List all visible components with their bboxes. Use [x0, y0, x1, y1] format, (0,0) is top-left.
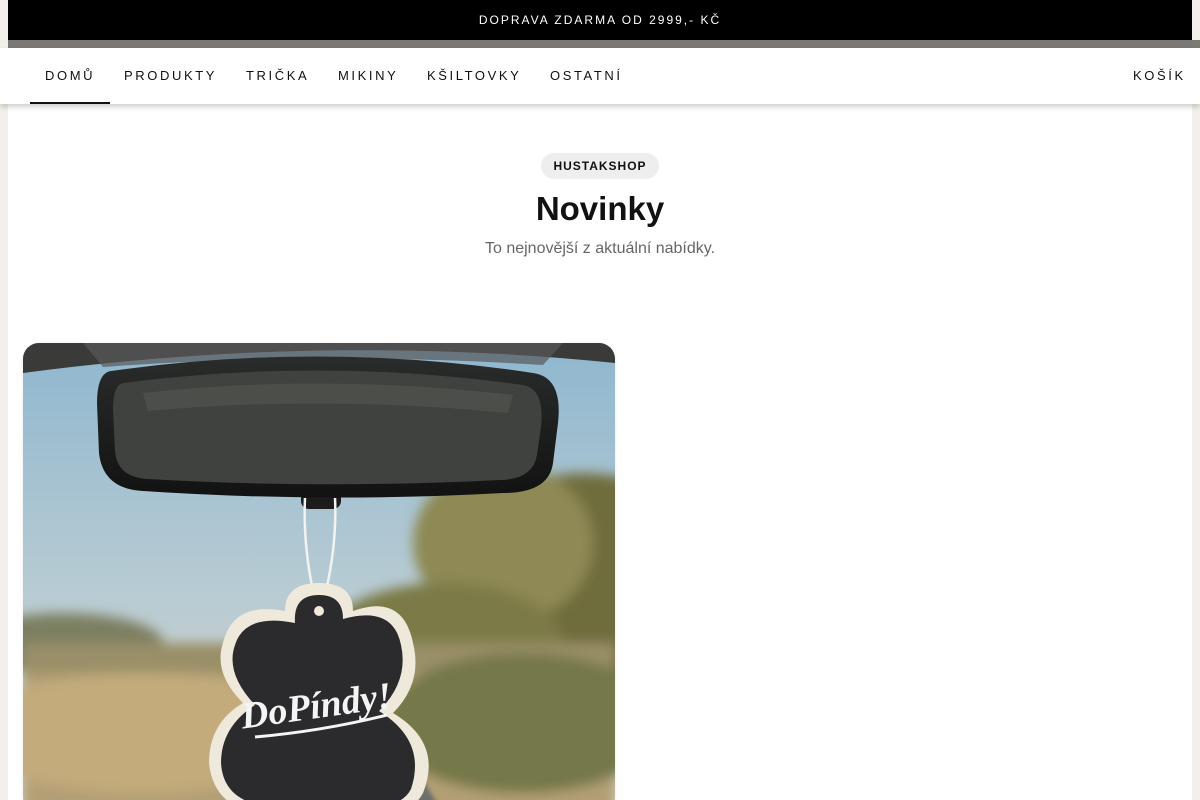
cart-link[interactable]: KOŠÍK — [1118, 48, 1200, 104]
nav-item-ostatni[interactable]: OSTATNÍ — [535, 48, 638, 104]
main-nav: DOMŮ PRODUKTY TRIČKA MIKINY KŠILTOVKY OS… — [0, 48, 1200, 104]
product-image: DoPíndy! — [23, 343, 615, 800]
announcement-bar: DOPRAVA ZDARMA OD 2999,- KČ — [8, 0, 1192, 40]
main-content: HUSTAKSHOP Novinky To nejnovější z aktuá… — [8, 104, 1192, 800]
nav-item-domu[interactable]: DOMŮ — [30, 48, 111, 104]
nav-item-produkty[interactable]: PRODUKTY — [109, 48, 232, 104]
nav-item-mikiny[interactable]: MIKINY — [323, 48, 413, 104]
product-card[interactable]: DoPíndy! — [23, 343, 615, 800]
divider-bar — [8, 40, 1200, 48]
nav-item-tricka[interactable]: TRIČKA — [231, 48, 324, 104]
section-title: Novinky — [535, 190, 665, 227]
nav-item-ksiltovky[interactable]: KŠILTOVKY — [412, 48, 536, 104]
announcement-text: DOPRAVA ZDARMA OD 2999,- KČ — [478, 13, 722, 27]
section-subtitle: To nejnovější z aktuální nabídky. — [484, 240, 716, 257]
brand-badge: HUSTAKSHOP — [541, 153, 659, 179]
page-frame — [0, 0, 8, 800]
